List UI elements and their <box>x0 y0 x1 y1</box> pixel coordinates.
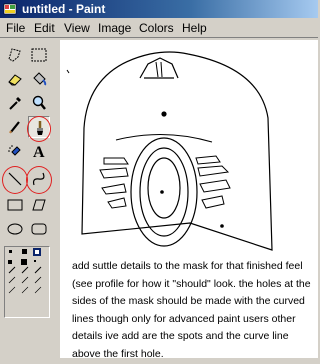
menu-help[interactable]: Help <box>182 21 207 35</box>
airbrush-icon[interactable] <box>4 140 26 162</box>
paint-app-icon[interactable] <box>3 2 17 16</box>
option-dot-4 <box>21 259 27 265</box>
left-hole-1 <box>103 157 129 165</box>
polygon-icon[interactable] <box>28 194 50 216</box>
fill-bucket-icon[interactable] <box>28 68 50 90</box>
option-dot-2 <box>22 249 27 254</box>
left-hole-4 <box>107 197 127 209</box>
center-oval-middle <box>139 147 189 237</box>
menu-separator <box>0 37 318 38</box>
right-hole-4 <box>201 195 225 209</box>
option-slash-3 <box>34 266 42 274</box>
mask-spot-center <box>160 190 164 194</box>
menu-bar: File Edit View Image Colors Help <box>0 18 318 38</box>
option-dot-3 <box>8 260 12 264</box>
rectangle-icon[interactable] <box>4 194 26 216</box>
option-dot-5 <box>34 260 36 262</box>
mask-spot-right <box>220 224 224 228</box>
line-icon[interactable] <box>4 168 26 190</box>
canvas-caption: add suttle details to the mask for that … <box>72 260 311 360</box>
title-bar: untitled - Paint <box>0 0 318 18</box>
option-slash-1 <box>8 266 16 274</box>
tool-options-box <box>4 246 50 318</box>
right-hole-1 <box>195 155 221 165</box>
brush-icon[interactable] <box>28 116 50 138</box>
menu-image[interactable]: Image <box>98 21 131 35</box>
ellipse-icon[interactable] <box>4 218 26 240</box>
left-hole-2 <box>99 167 129 179</box>
pencil-icon[interactable] <box>4 116 26 138</box>
option-slash-2 <box>21 266 29 274</box>
drawing-canvas[interactable]: add suttle details to the mask for that … <box>60 40 318 360</box>
eraser-icon[interactable] <box>4 68 26 90</box>
text-icon[interactable]: A <box>28 140 50 162</box>
menu-edit[interactable]: Edit <box>34 21 55 35</box>
free-form-select-icon[interactable] <box>4 44 26 66</box>
right-hole-2 <box>197 165 230 177</box>
center-oval-outer <box>130 137 198 247</box>
menu-colors[interactable]: Colors <box>139 21 174 35</box>
color-picker-icon[interactable] <box>4 92 26 114</box>
center-oval-inner <box>147 157 181 219</box>
toolbox: A <box>0 40 56 358</box>
select-icon[interactable] <box>28 44 50 66</box>
mask-crest <box>139 57 179 79</box>
mask-spot-top <box>161 111 167 117</box>
magnifier-icon[interactable] <box>28 92 50 114</box>
window-title: untitled - Paint <box>22 2 106 16</box>
menu-file[interactable]: File <box>6 21 25 35</box>
mask-outline <box>81 51 273 251</box>
svg-text:A: A <box>33 144 45 161</box>
rounded-rectangle-icon[interactable] <box>28 218 50 240</box>
right-hole-3 <box>199 179 231 193</box>
curve-icon[interactable] <box>28 168 50 190</box>
option-dot-1 <box>9 250 12 253</box>
menu-view[interactable]: View <box>64 21 90 35</box>
left-hole-3 <box>101 183 127 195</box>
